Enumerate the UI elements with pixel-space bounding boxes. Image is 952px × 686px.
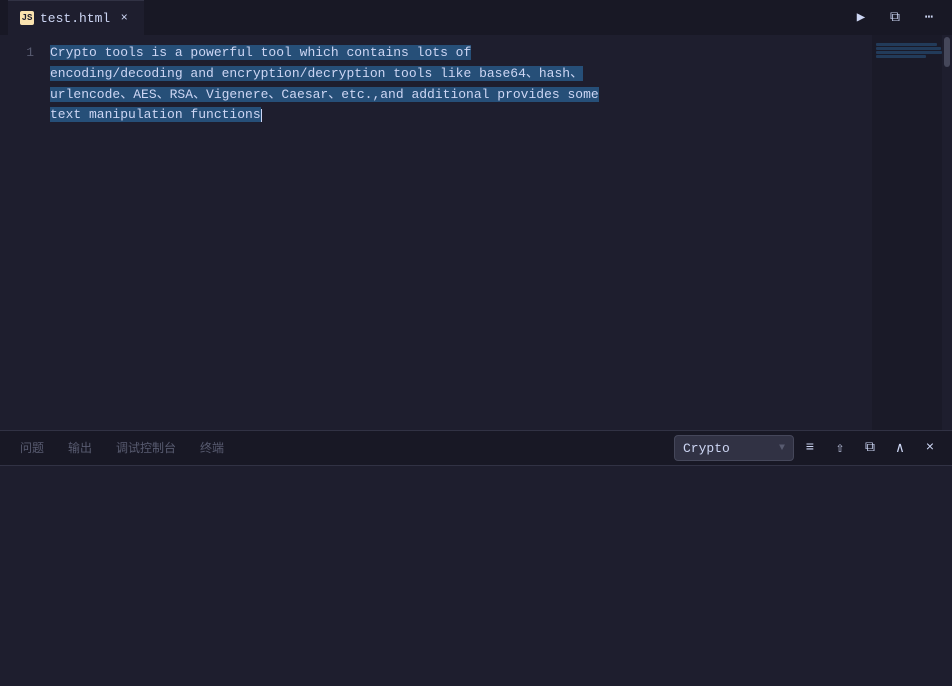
close-icon: × xyxy=(926,440,934,456)
panel-dropdown-value: Crypto xyxy=(683,441,773,456)
line-number-1: 1 xyxy=(0,43,34,64)
bottom-panel: 问题 输出 调试控制台 终端 Crypto ▼ ≡ ⇧ ⧉ xyxy=(0,430,952,686)
editor-area: 1 Crypto tools is a powerful tool which … xyxy=(0,35,952,430)
panel-share-button[interactable]: ⇧ xyxy=(826,434,854,462)
list-icon: ≡ xyxy=(806,440,814,456)
tab-debug-console[interactable]: 调试控制台 xyxy=(104,431,188,466)
panel-content xyxy=(0,466,952,686)
code-line-1: Crypto tools is a powerful tool which co… xyxy=(50,43,872,126)
panel-copy-button[interactable]: ⧉ xyxy=(856,434,884,462)
selected-code: Crypto tools is a powerful tool which co… xyxy=(50,45,599,122)
tab-problems[interactable]: 问题 xyxy=(8,431,56,466)
editor-scrollbar[interactable] xyxy=(942,35,952,430)
chevron-down-icon: ▼ xyxy=(779,443,785,454)
editor-content[interactable]: Crypto tools is a powerful tool which co… xyxy=(50,35,872,430)
chevron-up-icon: ∧ xyxy=(896,440,904,457)
panel-actions: Crypto ▼ ≡ ⇧ ⧉ ∧ × xyxy=(674,434,944,462)
split-editor-button[interactable]: ⧉ xyxy=(880,3,910,33)
run-button[interactable]: ▶ xyxy=(846,3,876,33)
title-bar-actions: ▶ ⧉ ⋯ xyxy=(846,3,944,33)
text-cursor xyxy=(261,109,262,122)
tab-close-button[interactable]: × xyxy=(116,10,132,26)
tab-terminal[interactable]: 终端 xyxy=(188,431,236,466)
share-icon: ⇧ xyxy=(836,440,844,457)
panel-list-button[interactable]: ≡ xyxy=(796,434,824,462)
panel-close-button[interactable]: × xyxy=(916,434,944,462)
panel-collapse-button[interactable]: ∧ xyxy=(886,434,914,462)
copy-icon: ⧉ xyxy=(865,440,875,456)
tab-output[interactable]: 输出 xyxy=(56,431,104,466)
tab-label: test.html xyxy=(40,11,110,26)
scrollbar-thumb xyxy=(944,37,950,67)
minimap xyxy=(872,35,952,430)
panel-tab-bar: 问题 输出 调试控制台 终端 Crypto ▼ ≡ ⇧ ⧉ xyxy=(0,431,952,466)
panel-source-dropdown[interactable]: Crypto ▼ xyxy=(674,435,794,461)
title-bar: JS test.html × ▶ ⧉ ⋯ xyxy=(0,0,952,35)
line-numbers: 1 xyxy=(0,35,50,430)
editor-tab[interactable]: JS test.html × xyxy=(8,0,144,35)
more-button[interactable]: ⋯ xyxy=(914,3,944,33)
tab-file-icon: JS xyxy=(20,11,34,25)
